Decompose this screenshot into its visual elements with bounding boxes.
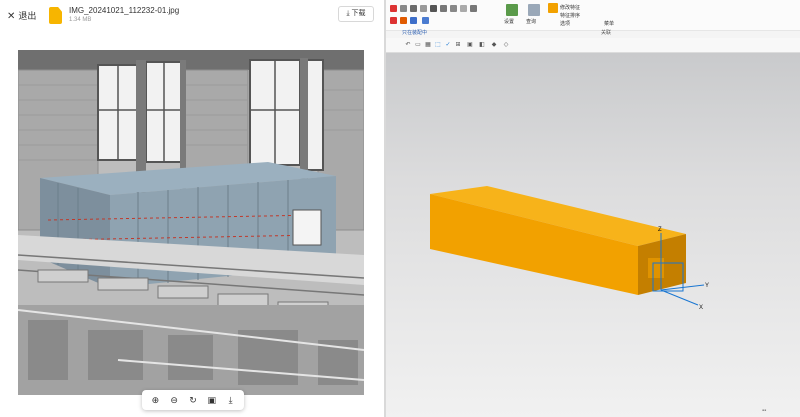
rotate-icon[interactable]: ↻ xyxy=(186,393,200,407)
fit-screen-icon[interactable]: ▣ xyxy=(205,393,219,407)
ribbon-label: 菜单 xyxy=(604,21,615,27)
download-icon: ⤓ xyxy=(346,10,350,17)
orient-icon[interactable]: ◇ xyxy=(502,41,510,49)
3d-viewport[interactable]: Z Y X xyxy=(386,53,800,417)
image-viewer: ✕ 退出 IMG_20241021_112232-01.jpg 1.34 MB ⤓… xyxy=(0,0,385,417)
file-name: IMG_20241021_112232-01.jpg xyxy=(69,6,180,15)
factory-photo xyxy=(18,50,364,395)
status-icon: ▪▪ xyxy=(762,408,767,414)
ribbon-icon[interactable] xyxy=(400,17,407,24)
file-size: 1.34 MB xyxy=(69,17,92,23)
exit-label: 退出 xyxy=(18,11,37,21)
layer-icon[interactable]: ◆ xyxy=(490,41,498,49)
ribbon-icon[interactable] xyxy=(422,17,429,24)
zoom-out-icon[interactable]: ⊖ xyxy=(167,393,181,407)
render-icon[interactable]: ▣ xyxy=(466,41,474,49)
model-notch xyxy=(648,258,664,278)
close-icon: ✕ xyxy=(7,11,16,22)
viewer-header: ✕ 退出 IMG_20241021_112232-01.jpg 1.34 MB ⤓… xyxy=(0,0,385,32)
ribbon-icon[interactable] xyxy=(410,5,417,12)
download-icon[interactable]: ⤓ xyxy=(224,393,238,407)
ribbon-icon[interactable] xyxy=(410,17,417,24)
photo-illustration xyxy=(18,50,364,395)
frame-icon[interactable]: ▭ xyxy=(414,41,422,49)
ribbon: 设置 查询 修改特征 特征排序 选项 菜单 只在装配中 关联 xyxy=(386,0,800,39)
ribbon-icon[interactable] xyxy=(470,5,477,12)
axis-z-label: Z xyxy=(658,227,662,233)
ribbon-label: 设置 xyxy=(504,19,515,25)
ribbon-label: 修改特征 xyxy=(560,5,581,11)
ribbon-icon[interactable] xyxy=(390,17,397,24)
ribbon-label: 选项 xyxy=(560,21,571,27)
select-icon[interactable]: ⬚ xyxy=(434,41,442,49)
ribbon-icon[interactable] xyxy=(440,5,447,12)
ribbon-icon[interactable] xyxy=(390,5,397,12)
view-icon[interactable]: ⊞ xyxy=(454,41,462,49)
ribbon-icon[interactable] xyxy=(420,5,427,12)
axis-y-label: Y xyxy=(705,283,709,289)
exit-button[interactable]: ✕ 退出 xyxy=(7,9,36,22)
model-view: Z Y X xyxy=(430,186,709,311)
file-icon xyxy=(49,7,62,24)
undo-icon[interactable]: ↶ xyxy=(404,41,412,49)
query-icon[interactable] xyxy=(528,4,540,16)
axis-x-label: X xyxy=(699,305,703,311)
view-toolbar: ↶ ▭ ▦ ⬚ ✓ ⊞ ▣ ◧ ◆ ◇ xyxy=(386,38,800,53)
ribbon-icon[interactable] xyxy=(450,5,457,12)
shade-icon[interactable]: ◧ xyxy=(478,41,486,49)
ribbon-label: 查询 xyxy=(526,19,537,25)
breadcrumb[interactable]: 只在装配中 xyxy=(402,29,427,36)
ribbon-label: 特征排序 xyxy=(560,13,581,19)
modify-icon[interactable] xyxy=(548,3,558,13)
settings-icon[interactable] xyxy=(506,4,518,16)
ribbon-icon[interactable] xyxy=(400,5,407,12)
zoom-in-icon[interactable]: ⊕ xyxy=(148,393,162,407)
cad-window: 设置 查询 修改特征 特征排序 选项 菜单 只在装配中 关联 ↶ ▭ ▦ ⬚ ✓… xyxy=(386,0,800,417)
snap-icon[interactable]: ✓ xyxy=(444,41,452,49)
download-label: 下载 xyxy=(351,10,366,17)
ribbon-group-label: 关联 xyxy=(601,30,612,36)
ribbon-icon[interactable] xyxy=(460,5,467,12)
image-toolbar: ⊕ ⊖ ↻ ▣ ⤓ xyxy=(142,390,244,410)
ribbon-icon[interactable] xyxy=(430,5,437,12)
grid-icon[interactable]: ▦ xyxy=(424,41,432,49)
download-button[interactable]: ⤓ 下载 xyxy=(338,6,374,22)
